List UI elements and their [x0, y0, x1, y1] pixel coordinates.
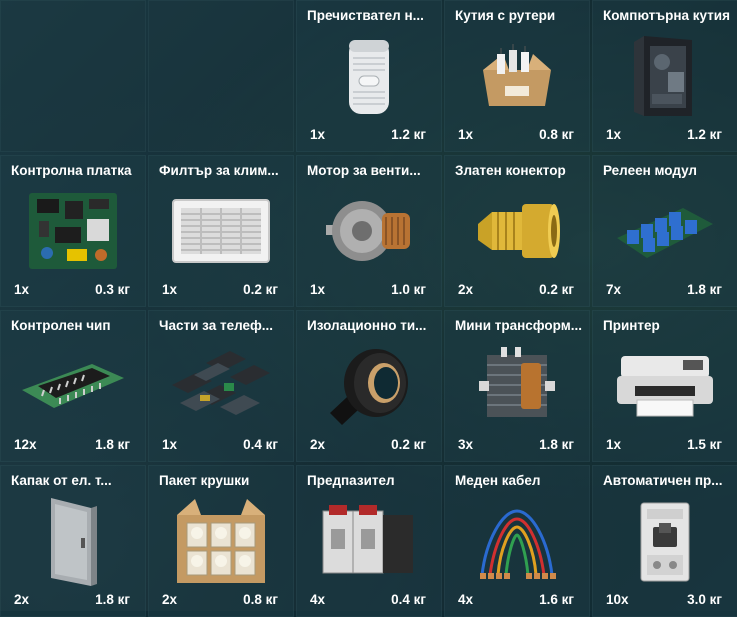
inventory-slot[interactable]: Изолационно ти... 2x 0.2 кг	[296, 310, 442, 462]
item-quantity: 4x	[458, 592, 474, 607]
item-quantity: 4x	[310, 592, 326, 607]
item-weight: 1.0 кг	[391, 282, 426, 297]
item-weight: 0.2 кг	[243, 282, 278, 297]
inventory-slot[interactable]: Предпазител 4x 0.4 кг	[296, 465, 442, 617]
item-weight: 1.8 кг	[95, 592, 130, 607]
inventory-slot[interactable]: Мини трансформ... 3x 1.8 кг	[444, 310, 590, 462]
item-quantity: 1x	[310, 282, 326, 297]
item-name: Изолационно ти...	[307, 318, 427, 333]
item-quantity: 1x	[162, 437, 178, 452]
item-weight: 1.8 кг	[95, 437, 130, 452]
item-quantity: 1x	[162, 282, 178, 297]
item-name: Пречиствател н...	[307, 8, 424, 23]
item-quantity: 1x	[606, 437, 622, 452]
inventory-slot[interactable]: Мотор за венти... 1x 1.0 кг	[296, 155, 442, 307]
phone-parts-icon	[166, 343, 276, 429]
inventory-slot[interactable]: Автоматичен пр... 10x 3.0 кг	[592, 465, 737, 617]
item-name: Филтър за клим...	[159, 163, 279, 178]
item-name: Капак от ел. т...	[11, 473, 112, 488]
item-weight: 1.2 кг	[687, 127, 722, 142]
item-weight: 0.8 кг	[539, 127, 574, 142]
item-weight: 0.2 кг	[391, 437, 426, 452]
relay-module-icon	[613, 198, 717, 264]
inventory-slot-empty[interactable]	[0, 0, 146, 152]
item-quantity: 2x	[310, 437, 326, 452]
inventory-slot[interactable]: Контролна платка 1x 0.3 кг	[0, 155, 146, 307]
item-quantity: 3x	[458, 437, 474, 452]
electrical-panel-cover-icon	[43, 494, 103, 588]
pc-case-icon	[630, 32, 700, 120]
item-name: Мини трансформ...	[455, 318, 582, 333]
item-quantity: 1x	[458, 127, 474, 142]
item-name: Принтер	[603, 318, 660, 333]
router-box-icon	[475, 40, 559, 112]
inventory-slot[interactable]: Меден кабел 4x 1.6 кг	[444, 465, 590, 617]
item-quantity: 7x	[606, 282, 622, 297]
item-name: Релеен модул	[603, 163, 698, 178]
item-quantity: 2x	[458, 282, 474, 297]
item-name: Предпазител	[307, 473, 395, 488]
inventory-slot[interactable]: Кутия с рутери 1x 0.8 кг	[444, 0, 590, 152]
inventory-slot[interactable]: Компютърна кутия 1x 1.2 кг	[592, 0, 737, 152]
item-name: Меден кабел	[455, 473, 541, 488]
item-name: Автоматичен пр...	[603, 473, 723, 488]
item-quantity: 2x	[14, 592, 30, 607]
light-bulb-pack-icon	[171, 495, 271, 587]
item-weight: 1.2 кг	[391, 127, 426, 142]
item-quantity: 1x	[310, 127, 326, 142]
inventory-slot[interactable]: Принтер 1x 1.5 кг	[592, 310, 737, 462]
inventory-slot[interactable]: Пречиствател н... 1x 1.2 кг	[296, 0, 442, 152]
item-name: Златен конектор	[455, 163, 566, 178]
printer-icon	[613, 350, 717, 422]
item-name: Мотор за венти...	[307, 163, 421, 178]
inventory-slot[interactable]: Релеен модул 7x 1.8 кг	[592, 155, 737, 307]
item-name: Компютърна кутия	[603, 8, 730, 23]
item-quantity: 12x	[14, 437, 37, 452]
item-name: Кутия с рутери	[455, 8, 556, 23]
gold-connector-icon	[470, 194, 564, 268]
item-quantity: 10x	[606, 592, 629, 607]
air-purifier-icon	[339, 34, 399, 118]
fuse-icon	[319, 501, 419, 581]
item-weight: 1.5 кг	[687, 437, 722, 452]
insulation-tape-icon	[326, 343, 412, 429]
fan-motor-icon	[322, 191, 416, 271]
item-weight: 0.4 кг	[243, 437, 278, 452]
item-quantity: 1x	[14, 282, 30, 297]
item-name: Части за телеф...	[159, 318, 274, 333]
item-name: Пакет крушки	[159, 473, 250, 488]
item-name: Контролна платка	[11, 163, 132, 178]
inventory-slot[interactable]: Контролен чип 12x 1.8 кг	[0, 310, 146, 462]
inventory-slot[interactable]: Пакет крушки 2x 0.8 кг	[148, 465, 294, 617]
item-weight: 0.4 кг	[391, 592, 426, 607]
circuit-breaker-icon	[633, 497, 697, 585]
copper-cable-icon	[472, 501, 562, 581]
item-weight: 1.8 кг	[687, 282, 722, 297]
item-weight: 1.8 кг	[539, 437, 574, 452]
item-quantity: 1x	[606, 127, 622, 142]
ac-filter-icon	[171, 198, 271, 264]
item-quantity: 2x	[162, 592, 178, 607]
item-weight: 0.3 кг	[95, 282, 130, 297]
item-weight: 0.2 кг	[539, 282, 574, 297]
control-chip-icon	[18, 354, 128, 418]
item-name: Контролен чип	[11, 318, 111, 333]
item-weight: 0.8 кг	[243, 592, 278, 607]
inventory-grid: Пречиствател н... 1x 1.2 кг Кутия с руте…	[0, 0, 737, 617]
item-weight: 1.6 кг	[539, 592, 574, 607]
inventory-slot[interactable]: Филтър за клим... 1x 0.2 кг	[148, 155, 294, 307]
inventory-slot[interactable]: Капак от ел. т... 2x 1.8 кг	[0, 465, 146, 617]
inventory-slot[interactable]: Части за телеф... 1x 0.4 кг	[148, 310, 294, 462]
inventory-slot[interactable]: Златен конектор 2x 0.2 кг	[444, 155, 590, 307]
inventory-slot-empty[interactable]	[148, 0, 294, 152]
control-board-icon	[25, 189, 121, 273]
item-weight: 3.0 кг	[687, 592, 722, 607]
mini-transformer-icon	[475, 345, 559, 427]
